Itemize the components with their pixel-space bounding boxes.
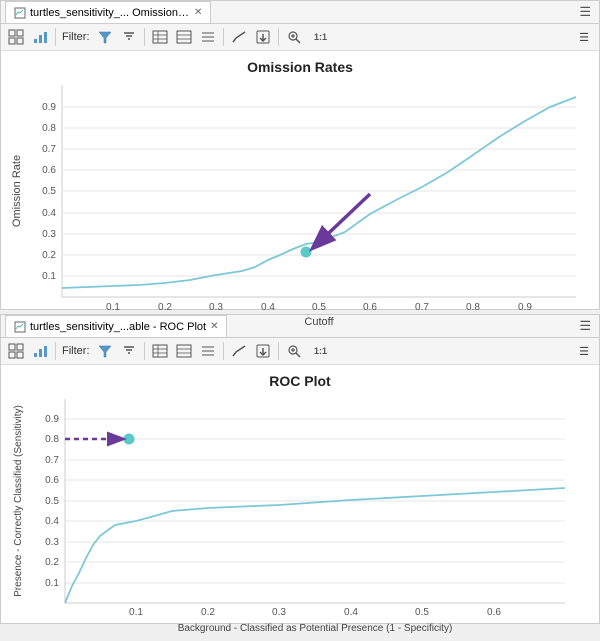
top-tab-close[interactable]: ✕ [194,7,202,18]
svg-text:0.8: 0.8 [42,123,56,134]
bottom-panel: turtles_sensitivity_...able - ROC Plot ✕… [0,314,600,624]
toolbar-funnel-btn-b[interactable] [118,340,140,362]
top-tab-bar: turtles_sensitivity_... Omission Rates ✕… [1,1,599,24]
toolbar-sep4-b [278,342,279,360]
toolbar-zoom-fit-btn[interactable]: 1:1 [307,26,335,48]
toolbar-sep1-b [55,342,56,360]
omission-highlight-point [301,247,311,257]
svg-text:0.2: 0.2 [42,250,56,261]
svg-text:0.1: 0.1 [42,271,56,282]
toolbar-table3-btn[interactable] [197,26,219,48]
toolbar-table2-btn[interactable] [173,26,195,48]
y-axis-label-bottom: Presence - Correctly Classified (Sensiti… [13,405,24,597]
svg-text:0.8: 0.8 [466,302,480,313]
toolbar-menu-btn-b[interactable]: ☰ [573,340,595,362]
top-chart-title: Omission Rates [1,59,599,75]
toolbar-funnel-btn[interactable] [118,26,140,48]
svg-text:0.5: 0.5 [312,302,326,313]
top-toolbar: Filter: 1:1 ☰ [1,24,599,51]
y-axis-label-top: Omission Rate [11,155,23,227]
toolbar-zoom-btn[interactable] [283,26,305,48]
svg-text:0.9: 0.9 [42,102,56,113]
top-chart-svg: Omission Rate 0.1 0.2 0.3 0.4 0.5 0.6 0.… [10,79,590,331]
toolbar-sep3 [223,28,224,46]
svg-text:0.1: 0.1 [106,302,120,313]
svg-text:0.5: 0.5 [45,496,59,507]
toolbar-line-btn-b[interactable] [228,340,250,362]
svg-text:0.1: 0.1 [45,578,59,589]
svg-text:0.7: 0.7 [45,455,59,466]
bottom-chart-svg: Presence - Correctly Classified (Sensiti… [10,393,590,641]
top-panel: turtles_sensitivity_... Omission Rates ✕… [0,0,600,310]
toolbar-line-btn[interactable] [228,26,250,48]
roc-curve [65,488,565,603]
x-axis-label-top: Cutoff [304,316,334,328]
omission-curve [62,97,576,288]
toolbar-table2-btn-b[interactable] [173,340,195,362]
svg-text:0.9: 0.9 [45,414,59,425]
bottom-toolbar: Filter: 1:1 ☰ [1,338,599,365]
svg-text:0.4: 0.4 [42,208,56,219]
svg-text:0.6: 0.6 [42,165,56,176]
svg-text:0.6: 0.6 [487,607,501,618]
toolbar-filter-btn[interactable] [94,26,116,48]
filter-label-b: Filter: [62,345,90,357]
svg-text:0.3: 0.3 [272,607,286,618]
svg-text:0.4: 0.4 [344,607,358,618]
toolbar-menu-btn[interactable]: ☰ [573,26,595,48]
toolbar-filter-btn-b[interactable] [94,340,116,362]
svg-text:0.7: 0.7 [415,302,429,313]
toolbar-zoom-btn-b[interactable] [283,340,305,362]
svg-text:0.9: 0.9 [518,302,532,313]
svg-text:0.2: 0.2 [158,302,172,313]
svg-text:0.7: 0.7 [42,144,56,155]
roc-highlight-point [124,434,134,444]
svg-text:0.6: 0.6 [45,475,59,486]
svg-text:0.1: 0.1 [129,607,143,618]
svg-text:0.3: 0.3 [45,537,59,548]
svg-text:0.6: 0.6 [363,302,377,313]
svg-text:0.2: 0.2 [45,557,59,568]
bottom-chart-area: ROC Plot Presence - Correctly Classified… [1,365,599,641]
toolbar-sep3-b [223,342,224,360]
svg-text:0.2: 0.2 [201,607,215,618]
toolbar-sep2-b [144,342,145,360]
svg-text:0.3: 0.3 [209,302,223,313]
svg-text:0.4: 0.4 [45,516,59,527]
top-panel-menu-icon[interactable]: ☰ [575,2,595,22]
toolbar-table3-btn-b[interactable] [197,340,219,362]
svg-text:0.3: 0.3 [42,229,56,240]
toolbar-grid-btn[interactable] [5,26,27,48]
toolbar-table-btn[interactable] [149,26,171,48]
toolbar-sep1 [55,28,56,46]
toolbar-sep4 [278,28,279,46]
toolbar-export-btn-b[interactable] [252,340,274,362]
svg-text:0.4: 0.4 [261,302,275,313]
toolbar-table-btn-b[interactable] [149,340,171,362]
top-chart-area: Omission Rates Omission Rate 0.1 0.2 0.3… [1,51,599,331]
filter-label: Filter: [62,31,90,43]
svg-text:0.5: 0.5 [415,607,429,618]
toolbar-chart-btn[interactable] [29,26,51,48]
svg-text:0.8: 0.8 [45,434,59,445]
toolbar-zoom-fit-btn-b[interactable]: 1:1 [307,340,335,362]
toolbar-sep2 [144,28,145,46]
toolbar-export-btn[interactable] [252,26,274,48]
x-axis-label-bottom: Background - Classified as Potential Pre… [178,623,453,634]
svg-text:0.5: 0.5 [42,186,56,197]
top-tab-label: turtles_sensitivity_... Omission Rates [30,7,190,19]
toolbar-grid-btn-b[interactable] [5,340,27,362]
bottom-chart-title: ROC Plot [1,373,599,389]
top-tab[interactable]: turtles_sensitivity_... Omission Rates ✕ [5,1,211,23]
top-tab-icon [14,7,26,19]
toolbar-chart-btn-b[interactable] [29,340,51,362]
